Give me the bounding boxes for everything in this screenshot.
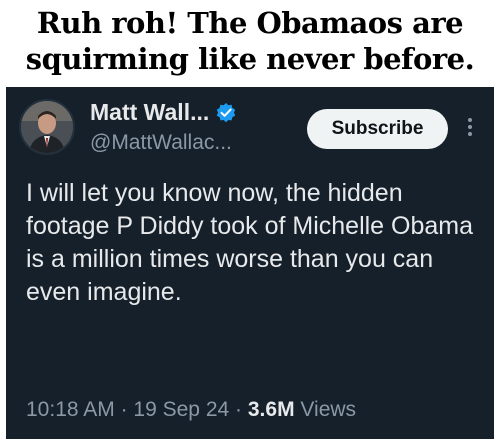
more-options-icon[interactable] (463, 115, 477, 145)
caption-line-1: Ruh roh! The Obamaos are (36, 6, 464, 40)
views-label: Views (300, 398, 357, 421)
meta-separator: · (235, 398, 243, 421)
display-name[interactable]: Matt Wall... (90, 99, 209, 126)
views-count: 3.6M (247, 398, 295, 421)
caption-line-2: squirming like never before. (25, 42, 475, 76)
tweet-date[interactable]: 19 Sep 24 (133, 398, 229, 421)
meme-caption: Ruh roh! The Obamaos are squirming like … (0, 0, 500, 82)
tweet-card: Matt Wall... @MattWallac... Subscribe I … (6, 87, 494, 439)
verified-badge-icon (215, 102, 237, 124)
name-row: Matt Wall... (90, 99, 237, 126)
tweet-text: I will let you know now, the hidden foot… (26, 179, 474, 306)
tweet-meta: 10:18 AM · 19 Sep 24 · 3.6M Views (26, 398, 356, 422)
tweet-time[interactable]: 10:18 AM (26, 398, 115, 421)
subscribe-button[interactable]: Subscribe (307, 109, 448, 149)
avatar[interactable] (19, 99, 75, 155)
user-handle[interactable]: @MattWallac... (90, 131, 232, 155)
avatar-image (21, 101, 73, 153)
meta-separator: · (120, 398, 128, 421)
